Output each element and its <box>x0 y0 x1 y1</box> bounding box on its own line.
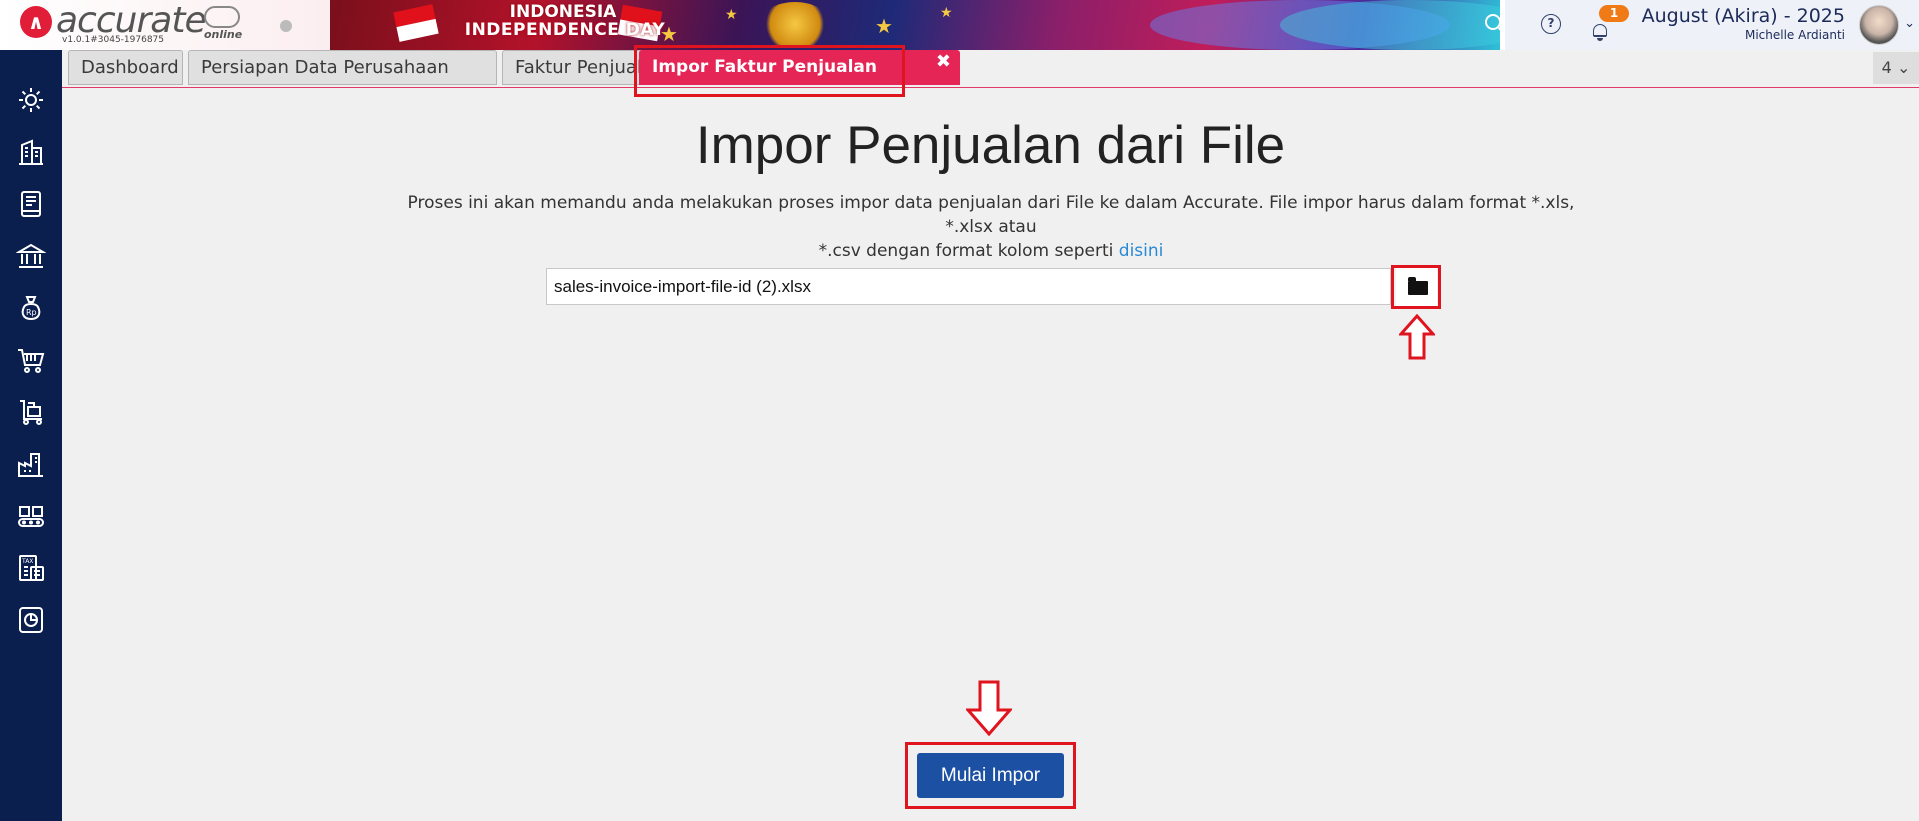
star-icon: ★ <box>940 4 953 20</box>
tab-label: Dashboard <box>81 57 179 78</box>
money-bag-icon[interactable]: Rp <box>16 293 46 323</box>
arrow-down-icon <box>966 680 1012 736</box>
highlight-box <box>1391 265 1441 309</box>
trolley-icon[interactable] <box>16 397 46 427</box>
conveyor-icon[interactable] <box>16 501 46 531</box>
help-icon[interactable]: ? <box>1541 14 1561 34</box>
banner-title-line2: INDEPENDENCE DAY <box>464 20 666 40</box>
page-description: Proses ini akan memandu anda melakukan p… <box>400 191 1582 263</box>
gear-icon[interactable] <box>16 85 46 115</box>
user-area: ? 1 August (Akira) - 2025 Michelle Ardia… <box>1505 0 1919 50</box>
banner-title-line1: INDONESIA <box>509 2 617 22</box>
logo-sub: online <box>204 28 243 41</box>
independence-day-banner: INDONESIA INDEPENDENCE DAY ★ ★ ★ ★ <box>330 0 1500 50</box>
tab-persiapan-data-perusahaan[interactable]: Persiapan Data Perusahaan <box>188 50 497 85</box>
tab-count: 4 <box>1881 58 1892 77</box>
tax-icon[interactable]: TAX <box>16 553 46 583</box>
building-icon[interactable] <box>16 137 46 167</box>
bank-icon[interactable] <box>15 241 47 271</box>
description-line2: *.csv dengan format kolom seperti <box>818 241 1114 261</box>
sidebar: Rp TAX <box>0 50 62 821</box>
app-logo[interactable]: ∧ accurate online v1.0.1#3045-1976875 <box>0 0 330 50</box>
report-icon[interactable] <box>16 605 46 635</box>
tab-dashboard[interactable]: Dashboard <box>68 50 183 85</box>
star-icon: ★ <box>660 24 678 46</box>
tab-overflow-menu[interactable]: 4 ⌄ <box>1873 52 1919 84</box>
file-path-field[interactable]: sales-invoice-import-file-id (2).xlsx <box>546 268 1391 305</box>
close-icon[interactable]: ✖ <box>936 51 951 72</box>
tab-bar: Dashboard Persiapan Data Perusahaan Fakt… <box>62 50 1919 88</box>
svg-text:Rp: Rp <box>26 308 37 317</box>
start-import-button[interactable]: Mulai Impor <box>917 753 1064 798</box>
chevron-down-icon[interactable]: ⌄ <box>1904 16 1915 31</box>
top-bar: ∧ accurate online v1.0.1#3045-1976875 IN… <box>0 0 1919 50</box>
company-name[interactable]: August (Akira) - 2025 <box>1642 5 1845 27</box>
factory-icon[interactable] <box>16 449 46 479</box>
tab-label: Persiapan Data Perusahaan <box>201 57 449 78</box>
arrow-up-icon <box>1399 314 1435 360</box>
accurate-logo-icon: ∧ <box>20 6 52 38</box>
star-icon: ★ <box>875 16 893 38</box>
user-name: Michelle Ardianti <box>1744 28 1845 42</box>
garuda-emblem-icon <box>760 2 830 46</box>
avatar[interactable] <box>1859 5 1899 45</box>
description-line1: Proses ini akan memandu anda melakukan p… <box>407 193 1575 237</box>
star-icon: ★ <box>725 6 738 22</box>
notification-badge: 1 <box>1599 5 1629 22</box>
status-dot-icon <box>280 20 292 32</box>
svg-text:TAX: TAX <box>21 558 33 565</box>
ledger-icon[interactable] <box>16 189 46 219</box>
highlight-box <box>634 45 905 97</box>
app-version: v1.0.1#3045-1976875 <box>62 35 165 45</box>
chevron-down-icon: ⌄ <box>1896 58 1911 77</box>
flag-icon <box>393 4 439 42</box>
cart-icon[interactable] <box>16 345 46 375</box>
format-link[interactable]: disini <box>1119 241 1164 261</box>
notification-bell-icon[interactable] <box>1592 24 1608 41</box>
description-line2-wrap: *.csv dengan format kolom seperti disini <box>400 239 1582 263</box>
page-title: Impor Penjualan dari File <box>695 116 1286 175</box>
cloud-icon <box>204 6 240 28</box>
